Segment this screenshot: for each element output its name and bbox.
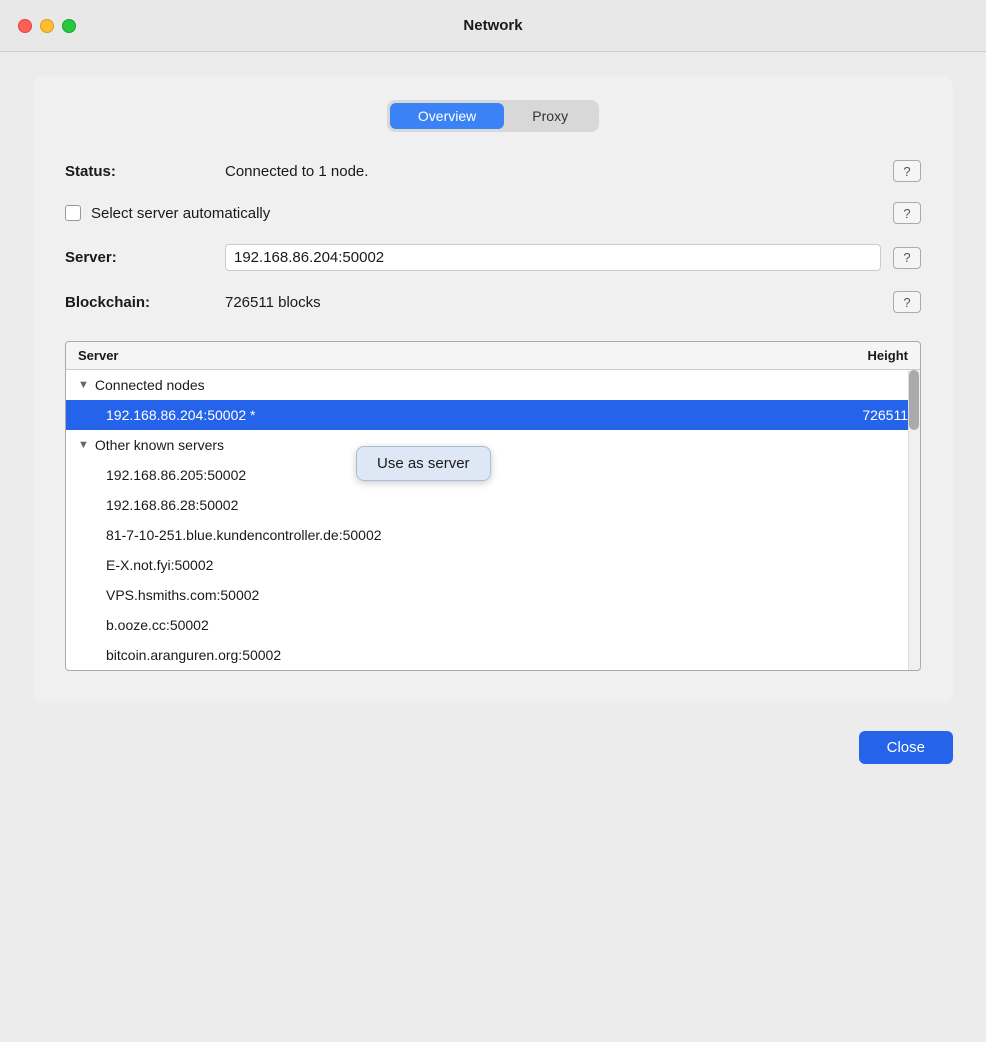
list-item[interactable]: 192.168.86.205:50002 [66,460,920,490]
other-server-name-2: 81-7-10-251.blue.kundencontroller.de:500… [106,527,828,543]
scrollbar[interactable] [908,370,920,670]
select-server-row: Select server automatically ? [65,202,921,224]
status-help-button[interactable]: ? [893,160,921,182]
other-server-name-5: b.ooze.cc:50002 [106,617,828,633]
window-title: Network [463,17,522,34]
server-list-container: Server Height ▼ Connected nodes 192.168.… [65,341,921,671]
server-label: Server: [65,249,225,266]
status-label: Status: [65,163,225,180]
main-content: Overview Proxy Status: Connected to 1 no… [33,76,953,703]
scrollbar-thumb[interactable] [909,370,919,430]
minimize-window-button[interactable] [40,19,54,33]
list-header: Server Height [66,342,920,370]
close-button[interactable]: Close [859,731,953,764]
tab-bar: Overview Proxy [65,100,921,132]
server-row: Server: ? [65,244,921,271]
title-bar: Network [0,0,986,52]
other-servers-chevron: ▼ [78,439,89,451]
tab-container: Overview Proxy [387,100,599,132]
window: Network Overview Proxy Status: Connected… [0,0,986,1042]
select-server-label: Select server automatically [91,205,881,222]
other-server-name-1: 192.168.86.28:50002 [106,497,828,513]
list-item[interactable]: bitcoin.aranguren.org:50002 [66,640,920,670]
blockchain-row: Blockchain: 726511 blocks ? [65,291,921,313]
blockchain-label: Blockchain: [65,294,225,311]
other-server-name-3: E-X.not.fyi:50002 [106,557,828,573]
status-row: Status: Connected to 1 node. ? [65,160,921,182]
other-server-name-4: VPS.hsmiths.com:50002 [106,587,828,603]
list-item[interactable]: b.ooze.cc:50002 [66,610,920,640]
server-input[interactable] [225,244,881,271]
list-item[interactable]: E-X.not.fyi:50002 [66,550,920,580]
tab-proxy[interactable]: Proxy [504,103,596,129]
list-body: ▼ Connected nodes 192.168.86.204:50002 *… [66,370,920,670]
select-server-help-button[interactable]: ? [893,202,921,224]
traffic-lights [18,19,76,33]
connected-node-row[interactable]: 192.168.86.204:50002 * 726511 Use as ser… [66,400,920,430]
connected-nodes-label: Connected nodes [95,377,205,393]
connected-nodes-group[interactable]: ▼ Connected nodes [66,370,920,400]
list-item[interactable]: VPS.hsmiths.com:50002 [66,580,920,610]
context-menu[interactable]: Use as server [356,446,491,481]
select-server-checkbox[interactable] [65,205,81,221]
connected-node-height: 726511 [828,407,908,423]
col-server-header: Server [78,348,828,363]
status-value: Connected to 1 node. [225,163,881,180]
maximize-window-button[interactable] [62,19,76,33]
server-help-button[interactable]: ? [893,247,921,269]
footer: Close [33,731,953,764]
other-servers-group[interactable]: ▼ Other known servers [66,430,920,460]
connected-node-name: 192.168.86.204:50002 * [106,407,828,423]
list-item[interactable]: 81-7-10-251.blue.kundencontroller.de:500… [66,520,920,550]
close-window-button[interactable] [18,19,32,33]
connected-nodes-chevron: ▼ [78,379,89,391]
other-servers-label: Other known servers [95,437,224,453]
blockchain-help-button[interactable]: ? [893,291,921,313]
other-server-name-6: bitcoin.aranguren.org:50002 [106,647,828,663]
blockchain-value: 726511 blocks [225,294,881,311]
context-menu-use-as-server: Use as server [377,455,470,472]
list-item[interactable]: 192.168.86.28:50002 [66,490,920,520]
col-height-header: Height [828,348,908,363]
tab-overview[interactable]: Overview [390,103,504,129]
